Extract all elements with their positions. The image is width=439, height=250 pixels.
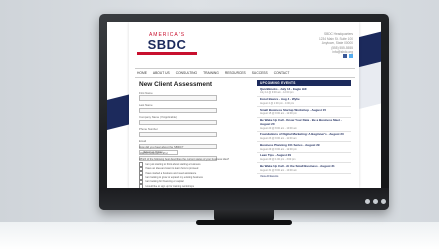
event-date: July 14 @ 9:00 am - 12:00 pm — [260, 91, 294, 95]
web-page: AMERICA'S SBDC SBDC Headquarters 1234 Ma… — [129, 22, 359, 188]
checkbox-label: I am just starting to think about starti… — [144, 162, 201, 166]
form-field: First Name — [139, 91, 217, 101]
event-item[interactable]: Business Planning 101 Series - August 29… — [257, 142, 351, 153]
last-name-input[interactable] — [139, 107, 217, 113]
events-sidebar: UPCOMING EVENTS QuickBooks - July 14 - E… — [257, 80, 351, 180]
referral-source: How did you hear about the SBDC? -- Sele… — [139, 145, 239, 156]
monitor-button-icon — [373, 199, 378, 204]
checkbox-label: I have an idea and want to learn how to … — [144, 167, 199, 171]
nav-item-resources[interactable]: Resources — [225, 71, 246, 75]
logo-main-text: SBDC — [147, 37, 187, 52]
event-date: August 20 @ 8:00 am - 10:00 am — [260, 126, 297, 130]
event-item[interactable]: Lean Tips - August 29 August 29 @ 1:00 p… — [257, 153, 351, 164]
main-nav: Home About Us Consulting Training Resour… — [135, 68, 355, 78]
event-date: August 31 @ 8:00 am - 10:00 am — [260, 168, 297, 172]
event-date: August 29 @ 9:00 am - 12:00 pm — [260, 147, 297, 151]
view-all-events-link[interactable]: View All Events — [257, 174, 351, 180]
referral-select[interactable]: -- Select an Option -- — [139, 149, 178, 156]
event-item[interactable]: Foundations of Digital Marketing: A Begi… — [257, 132, 351, 143]
nav-item-training[interactable]: Training — [203, 71, 219, 75]
checklist-intro: Which of the following best describes th… — [139, 158, 230, 161]
sbdc-logo[interactable]: AMERICA'S SBDC — [137, 32, 197, 55]
contact-info: SBDC Headquarters 1234 Main St. Suite 10… — [303, 32, 353, 55]
status-checklist: Which of the following best describes th… — [139, 158, 254, 188]
form-field: Last Name — [139, 103, 217, 113]
phone-input[interactable] — [139, 131, 217, 138]
nav-item-consulting[interactable]: Consulting — [176, 71, 197, 75]
checkbox[interactable] — [139, 184, 144, 188]
logo-underline — [137, 52, 197, 55]
first-name-input[interactable] — [139, 95, 217, 101]
checklist-option[interactable]: I would like to sign up for training wor… — [139, 184, 254, 188]
event-item[interactable]: Excel Basics - Aug 4 - Wylie August 4 @ … — [257, 97, 351, 107]
checkbox-label: I would like to sign up for training wor… — [144, 184, 194, 188]
event-date: August 23 @ 9:00 am - 11:00 am — [260, 137, 297, 141]
form-field: Phone Number — [139, 127, 217, 138]
monitor-button-icon — [365, 199, 370, 204]
event-item[interactable]: Be Wake Up Call - Know Your Data - Be a … — [257, 118, 351, 132]
event-item[interactable]: QuickBooks - July 14 - Eagle Hill July 1… — [257, 86, 351, 97]
nav-item-contact[interactable]: Contact — [274, 71, 290, 75]
nav-item-success[interactable]: Success — [252, 71, 268, 75]
event-item[interactable]: Small Business Startup Workshop - August… — [257, 107, 351, 118]
nav-item-home[interactable]: Home — [137, 71, 147, 75]
checkbox-label: I am looking for financing or capital — [144, 180, 184, 184]
desk-surface — [0, 222, 439, 250]
power-button-icon — [381, 199, 386, 204]
event-item[interactable]: Be Wake Up Call - At the Small Business … — [257, 163, 351, 174]
monitor-stand-base — [196, 220, 292, 225]
facebook-icon[interactable] — [343, 54, 347, 58]
event-date: August 29 @ 1:00 pm - 3:00 pm — [260, 158, 296, 162]
referral-question: How did you hear about the SBDC? — [139, 145, 184, 149]
event-date: August 4 @ 1:00 pm - 4:00 pm — [260, 101, 295, 105]
checkbox-label: I have started a business and need assis… — [144, 171, 197, 175]
event-title[interactable]: Be Wake Up Call - Know Your Data - Be a … — [260, 118, 348, 127]
page-title: New Client Assessment — [139, 81, 213, 88]
form-field: Company Name (If Applicable) — [139, 115, 217, 126]
monitor-bezel — [99, 188, 389, 210]
social-links — [343, 54, 353, 58]
twitter-icon[interactable] — [349, 54, 353, 58]
monitor-screen: AMERICA'S SBDC SBDC Headquarters 1234 Ma… — [107, 22, 381, 188]
checkbox-label: I am looking to grow or expand my existi… — [144, 176, 203, 180]
company-name-input[interactable] — [139, 119, 217, 126]
nav-item-about[interactable]: About Us — [153, 71, 170, 75]
event-date: August 15 @ 9:00 am - 12:00 pm — [260, 112, 297, 116]
